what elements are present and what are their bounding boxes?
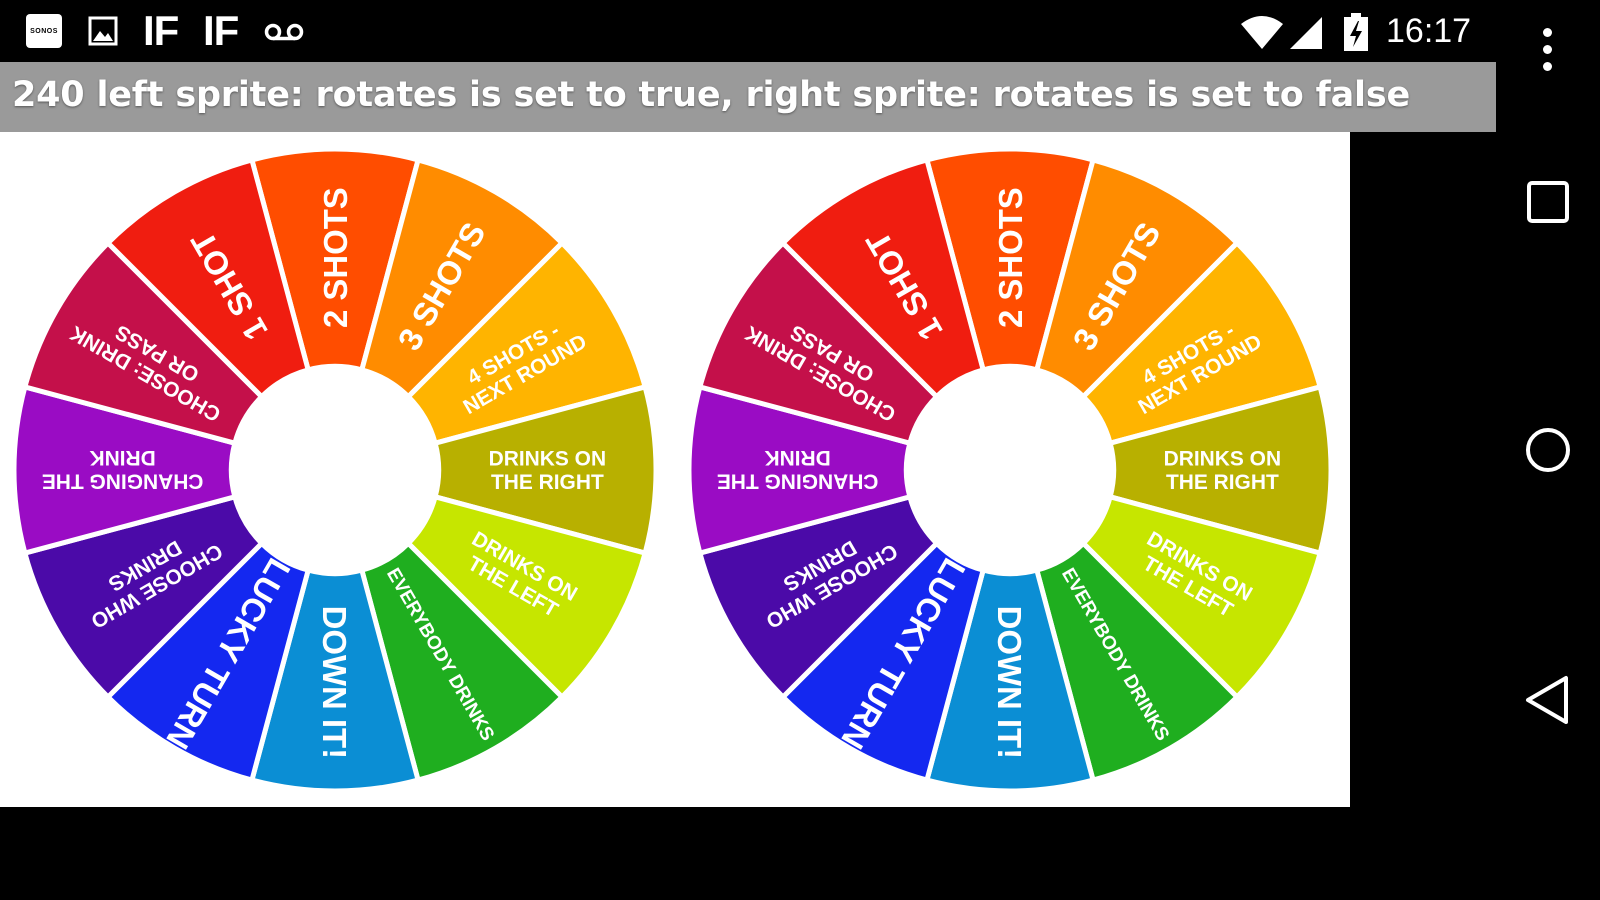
sonos-icon: SONOS — [26, 14, 62, 48]
wheel-hub — [908, 368, 1112, 572]
wheel-segment-label: 2 SHOTS — [317, 187, 354, 328]
recents-icon[interactable] — [1522, 176, 1574, 228]
navigation-bar — [1496, 0, 1600, 900]
signal-icon — [1288, 16, 1324, 54]
wifi-icon — [1240, 16, 1284, 54]
app-title-bar: 240 left sprite: rotates is set to true,… — [0, 62, 1496, 132]
wheel-segment-label: 2 SHOTS — [992, 187, 1029, 328]
wheel-segment-label: DOWN IT! — [316, 606, 353, 759]
battery-charging-icon — [1344, 13, 1368, 55]
if-icon: IF — [143, 7, 179, 54]
wheel-segment-label: DRINKS ON THE RIGHT — [1164, 447, 1281, 493]
clock: 16:17 — [1386, 12, 1472, 50]
game-canvas[interactable]: 2 SHOTS 3 SHOTS 4 SHOTS -NEXT ROUND DRINKS … — [0, 132, 1350, 807]
wheel-segment-label: DRINKS ON THE RIGHT — [489, 447, 606, 493]
overflow-menu-icon[interactable] — [1530, 22, 1564, 78]
wheel-hub — [233, 368, 437, 572]
right-sprite-wheel[interactable]: 2 SHOTS 3 SHOTS 4 SHOTS -NEXT ROUND DRINKS … — [681, 138, 1339, 802]
page-title: 240 left sprite: rotates is set to true,… — [12, 75, 1411, 115]
voicemail-icon — [264, 22, 304, 46]
if-icon: IF — [203, 7, 239, 54]
image-icon — [88, 16, 118, 50]
home-icon[interactable] — [1522, 424, 1574, 476]
left-sprite-wheel[interactable]: 2 SHOTS 3 SHOTS 4 SHOTS -NEXT ROUND DRINKS … — [6, 138, 664, 802]
status-bar: SONOS IF IF 16:17 — [0, 0, 1496, 62]
back-icon[interactable] — [1522, 672, 1574, 728]
wheel-segment-label: DOWN IT! — [991, 606, 1028, 759]
